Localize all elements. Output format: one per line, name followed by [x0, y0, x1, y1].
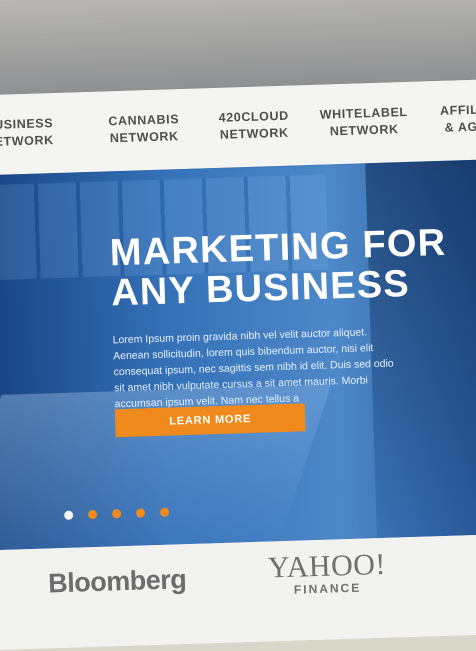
nav-item-420cloud-network[interactable]: 420CLOUD NETWORK: [198, 107, 309, 144]
yahoo-logo-text: YAHOO!: [267, 547, 387, 585]
nav-item-label: WHITELABEL: [319, 104, 408, 122]
slider-dot-3[interactable]: [111, 509, 122, 519]
nav-item-label: NETWORK: [0, 133, 54, 150]
slider-dot-2[interactable]: [87, 509, 98, 520]
nav-item-label: NETWORK: [329, 122, 399, 139]
website-screen: BUSINESS NETWORK CANNABIS NETWORK 420CLO…: [0, 0, 476, 651]
hero-headline: MARKETING FOR ANY BUSINESS: [109, 222, 448, 315]
press-logos-strip: Bloomberg YAHOO! FINANCE ▮▮▮: [0, 533, 476, 651]
nav-item-label: AFFILIATES: [439, 101, 476, 118]
nav-item-label: NETWORK: [219, 125, 289, 142]
learn-more-button[interactable]: LEARN MORE: [114, 403, 306, 438]
slider-dot-5[interactable]: [159, 507, 170, 517]
nav-item-label: & AGENTS: [444, 118, 476, 135]
slider-dot-4[interactable]: [135, 508, 146, 518]
nav-item-cannabis-network[interactable]: CANNABIS NETWORK: [89, 111, 200, 148]
hero-banner: MARKETING FOR ANY BUSINESS Lorem Ipsum p…: [0, 158, 476, 551]
nav-item-business-network[interactable]: BUSINESS NETWORK: [0, 114, 75, 151]
yahoo-finance-logo: YAHOO! FINANCE: [267, 547, 387, 598]
hero-body-text: Lorem Ipsum proin gravida nibh vel velit…: [112, 325, 394, 410]
bloomberg-logo: Bloomberg: [47, 564, 187, 599]
slider-dot-1[interactable]: [63, 510, 74, 520]
nav-item-label: NETWORK: [109, 129, 179, 146]
nav-item-whitelabel-network[interactable]: WHITELABEL NETWORK: [308, 104, 419, 141]
nav-item-affiliates-agents[interactable]: AFFILIATES & AGENTS: [423, 100, 476, 137]
